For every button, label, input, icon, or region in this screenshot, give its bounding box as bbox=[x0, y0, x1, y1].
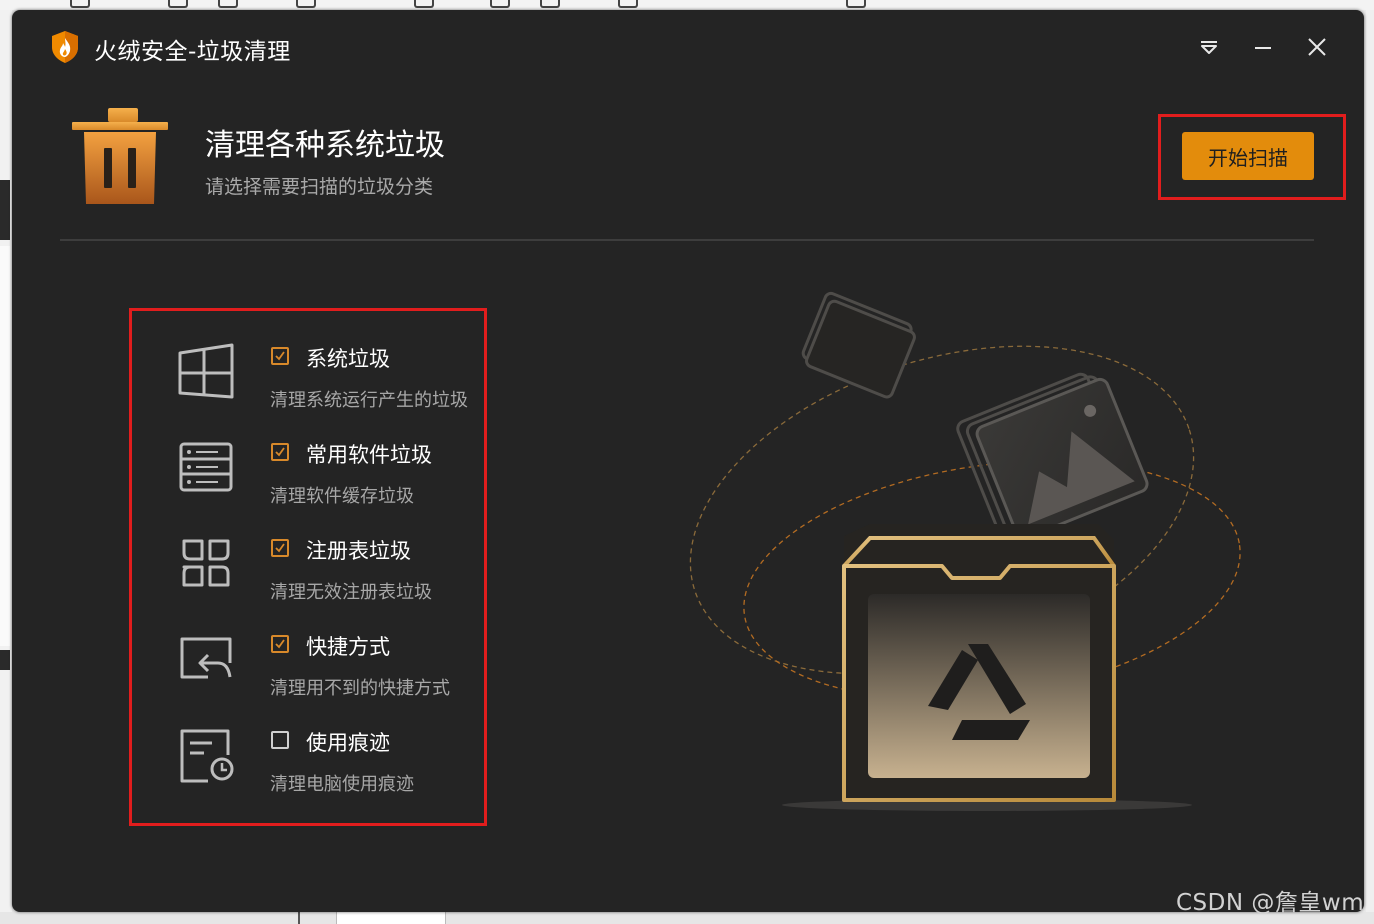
option-checkbox[interactable] bbox=[271, 635, 289, 653]
desktop-background-right bbox=[1366, 10, 1374, 912]
option-label[interactable]: 系统垃圾 bbox=[306, 343, 390, 373]
server-list-icon bbox=[178, 439, 234, 495]
background-taskbar-icon bbox=[70, 0, 90, 8]
option-description: 清理用不到的快捷方式 bbox=[270, 678, 450, 699]
option-system-junk: 系统垃圾 清理系统运行产生的垃圾 bbox=[172, 343, 492, 423]
menu-dropdown-icon[interactable] bbox=[1194, 32, 1224, 62]
background-taskbar-icon bbox=[218, 0, 238, 8]
background-taskbar-icon bbox=[846, 0, 866, 8]
window-title: 火绒安全-垃圾清理 bbox=[94, 39, 291, 65]
shortcut-icon bbox=[178, 631, 234, 687]
header-divider bbox=[60, 239, 1314, 241]
close-icon[interactable] bbox=[1302, 32, 1332, 62]
windows-icon bbox=[178, 343, 234, 399]
background-taskbar-icon bbox=[414, 0, 434, 8]
option-description: 清理软件缓存垃圾 bbox=[270, 486, 414, 507]
background-strip bbox=[0, 246, 10, 646]
trash-bin-icon bbox=[70, 106, 170, 206]
background-divider bbox=[298, 912, 300, 924]
option-label[interactable]: 注册表垃圾 bbox=[306, 535, 411, 565]
page-subtitle: 请选择需要扫描的垃圾分类 bbox=[205, 176, 434, 198]
desktop-background-left bbox=[0, 10, 12, 924]
option-description: 清理电脑使用痕迹 bbox=[270, 774, 414, 795]
option-label[interactable]: 快捷方式 bbox=[306, 631, 390, 661]
desktop-background-top bbox=[0, 0, 1374, 10]
option-shortcut-junk: 快捷方式 清理用不到的快捷方式 bbox=[172, 631, 492, 711]
desktop-background-bottom bbox=[0, 912, 1374, 924]
registry-grid-icon bbox=[178, 535, 234, 591]
option-checkbox[interactable] bbox=[271, 347, 289, 365]
page-title: 清理各种系统垃圾 bbox=[205, 128, 445, 163]
start-scan-button[interactable]: 开始扫描 bbox=[1182, 132, 1314, 180]
background-taskbar-icon bbox=[540, 0, 560, 8]
option-label[interactable]: 使用痕迹 bbox=[306, 727, 390, 757]
junk-box-illustration bbox=[672, 280, 1252, 820]
option-description: 清理无效注册表垃圾 bbox=[270, 582, 432, 603]
option-label[interactable]: 常用软件垃圾 bbox=[306, 439, 432, 469]
option-software-junk: 常用软件垃圾 清理软件缓存垃圾 bbox=[172, 439, 492, 519]
option-registry-junk: 注册表垃圾 清理无效注册表垃圾 bbox=[172, 535, 492, 615]
option-checkbox[interactable] bbox=[271, 443, 289, 461]
option-checkbox[interactable] bbox=[271, 539, 289, 557]
option-usage-traces: 使用痕迹 清理电脑使用痕迹 bbox=[172, 727, 492, 807]
csdn-watermark: CSDN @詹皇wm bbox=[1176, 890, 1365, 916]
cleanup-window: 火绒安全-垃圾清理 清理各种系统垃圾 请选择需要扫描的垃圾分类 开始扫描 系统垃… bbox=[12, 10, 1364, 912]
background-strip bbox=[0, 180, 10, 240]
background-strip bbox=[0, 650, 10, 670]
huorong-logo-icon bbox=[50, 30, 80, 64]
history-document-icon bbox=[178, 727, 234, 783]
background-taskbar-icon bbox=[618, 0, 638, 8]
option-description: 清理系统运行产生的垃圾 bbox=[270, 390, 468, 411]
minimize-icon[interactable] bbox=[1248, 32, 1278, 62]
background-taskbar-icon bbox=[490, 0, 510, 8]
background-taskbar-icon bbox=[168, 0, 188, 8]
option-checkbox[interactable] bbox=[271, 731, 289, 749]
background-tab bbox=[336, 912, 446, 924]
title-bar[interactable]: 火绒安全-垃圾清理 bbox=[12, 10, 1364, 88]
background-taskbar-icon bbox=[296, 0, 316, 8]
